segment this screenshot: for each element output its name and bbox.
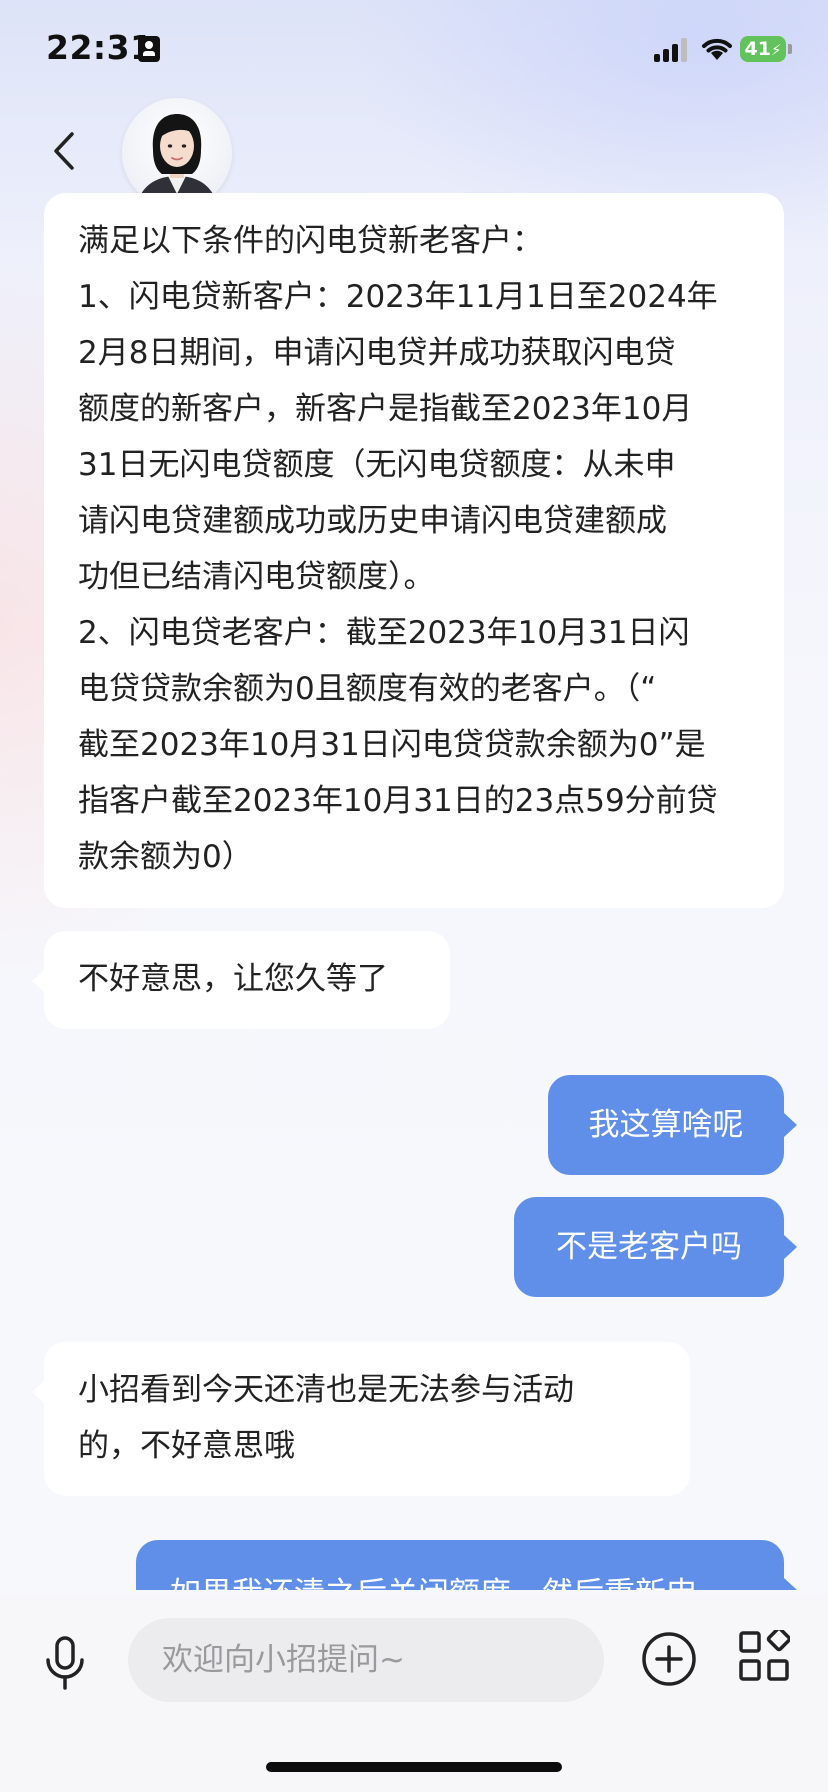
message-line: 指客户截至2023年10月31日的23点59分前贷	[78, 783, 718, 819]
message-line: 款余额为0）	[78, 839, 253, 875]
battery-indicator: 41⚡	[740, 36, 786, 62]
message-line: 小招看到今天还清也是无法参与活动	[78, 1372, 574, 1408]
home-indicator[interactable]	[266, 1762, 562, 1772]
microphone-button[interactable]	[40, 1634, 90, 1694]
message-line: 1、闪电贷新客户：2023年11月1日至2024年	[78, 279, 718, 315]
message-line: 2月8日期间，申请闪电贷并成功获取闪电贷	[78, 335, 676, 371]
back-button[interactable]	[44, 128, 84, 174]
battery-level: 41	[744, 38, 771, 60]
contact-card-icon	[138, 36, 160, 62]
message-line: 电贷贷款余额为0且额度有效的老客户。（“	[78, 671, 657, 707]
input-placeholder: 欢迎向小招提问~	[162, 1642, 405, 1678]
wifi-icon	[702, 38, 732, 60]
message-text: 如果我还清之后关闭额度，然后重新申	[170, 1576, 697, 1590]
status-bar: 22:31 41⚡	[0, 0, 828, 100]
message-line: 的，不好意思哦	[78, 1428, 295, 1464]
bot-message-apology: 不好意思，让您久等了	[32, 931, 450, 1029]
battery-cap	[788, 44, 792, 54]
add-button[interactable]	[640, 1630, 698, 1688]
message-text: 不是老客户吗	[556, 1229, 742, 1265]
message-line: 截至2023年10月31日闪电贷贷款余额为0”是	[78, 727, 706, 763]
user-message: 我这算啥呢	[548, 1075, 797, 1175]
chat-messages[interactable]: 满足以下条件的闪电贷新老客户： 1、闪电贷新客户：2023年11月1日至2024…	[0, 190, 828, 1590]
message-line: 请闪电贷建额成功或历史申请闪电贷建额成	[78, 503, 667, 539]
message-line: 2、闪电贷老客户：截至2023年10月31日闪	[78, 615, 690, 651]
bot-message-reply: 小招看到今天还清也是无法参与活动 的，不好意思哦	[32, 1342, 690, 1496]
message-text: 不好意思，让您久等了	[78, 961, 388, 997]
message-line: 31日无闪电贷额度（无闪电贷额度：从未申	[78, 447, 676, 483]
message-line: 满足以下条件的闪电贷新老客户：	[78, 223, 543, 259]
user-message: 不是老客户吗	[514, 1197, 797, 1297]
apps-grid-button[interactable]	[738, 1630, 790, 1682]
message-text: 我这算啥呢	[588, 1107, 744, 1143]
message-line: 功但已结清闪电贷额度）。	[78, 559, 435, 595]
user-message-partial: 如果我还清之后关闭额度，然后重新申	[136, 1540, 797, 1590]
question-input[interactable]: 欢迎向小招提问~	[128, 1618, 604, 1702]
cellular-signal-icon	[654, 38, 688, 62]
bot-message-eligibility-rules: 满足以下条件的闪电贷新老客户： 1、闪电贷新客户：2023年11月1日至2024…	[44, 193, 784, 908]
message-line: 额度的新客户，新客户是指截至2023年10月	[78, 391, 693, 427]
